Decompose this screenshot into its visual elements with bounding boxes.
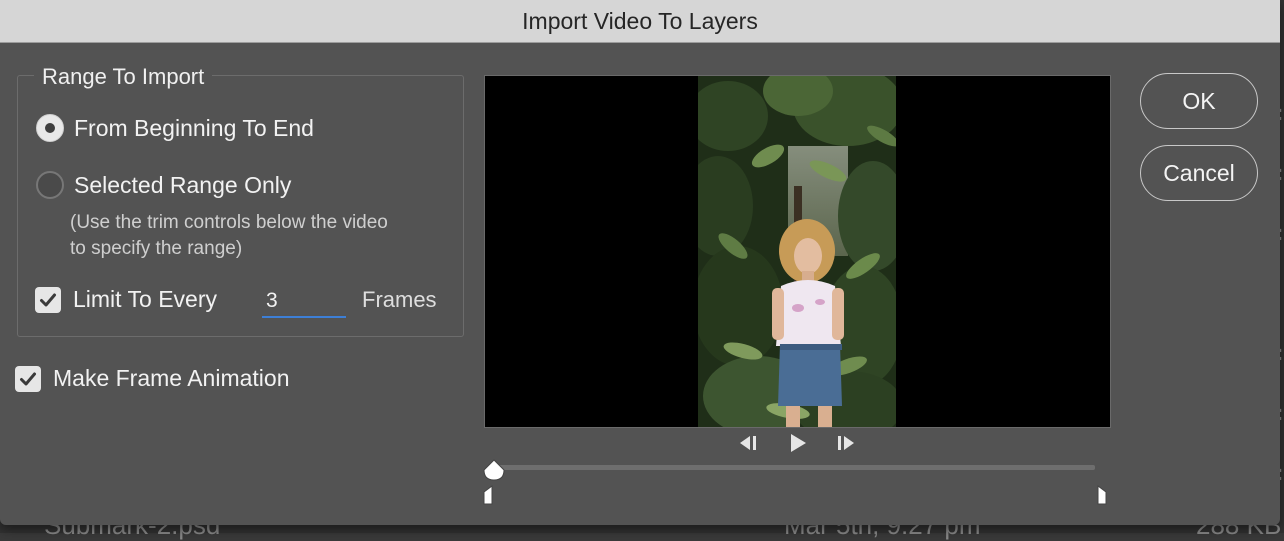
timeline-scrubber-track[interactable] bbox=[490, 465, 1095, 470]
animation-checkbox-box[interactable] bbox=[15, 365, 41, 392]
video-preview bbox=[484, 75, 1111, 428]
make-frame-animation-checkbox[interactable]: Make Frame Animation bbox=[15, 365, 289, 392]
frames-unit-label: Frames bbox=[362, 287, 437, 312]
cancel-button[interactable]: Cancel bbox=[1140, 145, 1258, 201]
import-video-dialog: Import Video To Layers Range To Import F… bbox=[0, 0, 1280, 525]
trim-start-handle[interactable] bbox=[480, 484, 496, 506]
step-forward-button[interactable] bbox=[831, 432, 861, 454]
step-back-icon bbox=[740, 436, 756, 450]
dialog-titlebar[interactable]: Import Video To Layers bbox=[0, 0, 1280, 43]
radio-unselected-indicator[interactable] bbox=[36, 171, 64, 199]
ok-button[interactable]: OK bbox=[1140, 73, 1258, 129]
checkmark-icon bbox=[40, 293, 56, 306]
make-frame-animation-label: Make Frame Animation bbox=[53, 365, 290, 391]
range-hint-text: (Use the trim controls below the video t… bbox=[70, 212, 388, 259]
limit-to-every-checkbox[interactable]: Limit To Every bbox=[35, 286, 217, 313]
checkmark-icon bbox=[20, 372, 36, 385]
step-back-button[interactable] bbox=[733, 432, 763, 454]
radio-from-beginning-label: From Beginning To End bbox=[74, 114, 314, 141]
playhead-handle[interactable] bbox=[481, 458, 507, 484]
radio-selected-range-label: Selected Range Only bbox=[74, 171, 292, 198]
video-frame-image bbox=[698, 76, 896, 427]
frame-interval-input[interactable] bbox=[262, 286, 346, 318]
radio-selected-range-only[interactable]: Selected Range Only bbox=[36, 171, 291, 199]
trim-end-handle[interactable] bbox=[1094, 484, 1110, 506]
range-group-legend: Range To Import bbox=[34, 62, 213, 92]
limit-checkbox-box[interactable] bbox=[35, 286, 61, 313]
radio-from-beginning-to-end[interactable]: From Beginning To End bbox=[36, 114, 314, 142]
limit-to-every-label: Limit To Every bbox=[73, 286, 218, 312]
radio-selected-indicator[interactable] bbox=[36, 114, 64, 142]
play-button[interactable] bbox=[783, 432, 813, 454]
step-forward-icon bbox=[838, 436, 854, 450]
play-icon bbox=[791, 434, 806, 452]
dialog-title: Import Video To Layers bbox=[522, 7, 758, 34]
